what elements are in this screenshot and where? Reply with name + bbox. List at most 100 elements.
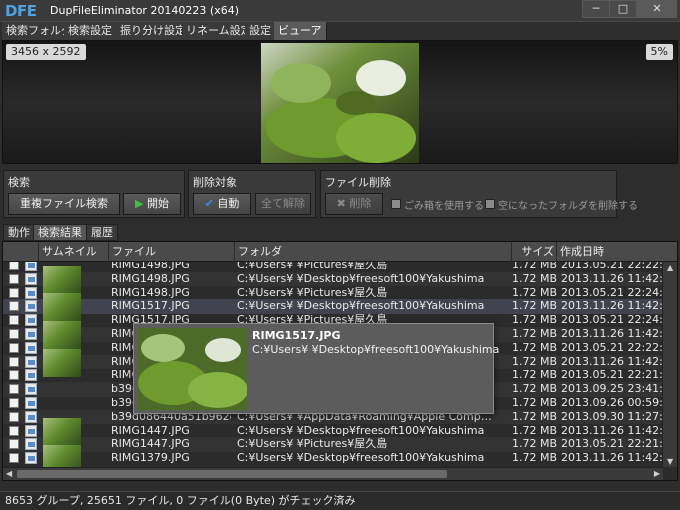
horizontal-scrollbar[interactable]: ◀ ▶ <box>3 467 663 480</box>
tab-settings[interactable]: 設定 <box>245 22 276 40</box>
cell-created: 2013.05.21 22:21:4 <box>561 437 663 451</box>
scroll-right-icon[interactable]: ▶ <box>654 469 660 478</box>
cell-size: 1.72 MB <box>511 285 557 299</box>
cell-folder: C:¥Users¥ ¥Desktop¥freesoft100¥Yakushima <box>237 451 485 465</box>
cell-size: 1.72 MB <box>511 423 557 437</box>
cell-size: 1.72 MB <box>511 313 557 327</box>
auto-label: 自動 <box>217 197 240 210</box>
row-checkbox[interactable] <box>9 356 19 367</box>
app-logo: DFE <box>5 2 37 20</box>
image-file-icon <box>25 369 37 382</box>
table-row[interactable]: RIMG1447.JPG C:¥Users¥ ¥Pictures¥屋久島 1.72 … <box>3 437 663 452</box>
cell-size: 1.72 MB <box>511 409 557 423</box>
row-checkbox[interactable] <box>9 342 19 353</box>
file-delete-title: ファイル削除 <box>325 176 391 189</box>
row-checkbox[interactable] <box>9 425 19 436</box>
tab-viewer[interactable]: ビューア <box>274 22 327 40</box>
row-checkbox[interactable] <box>9 384 19 395</box>
column-checkbox[interactable] <box>3 242 39 262</box>
scroll-thumb[interactable] <box>17 470 447 478</box>
minimize-button[interactable]: ─ <box>582 0 610 18</box>
search-group-title: 検索 <box>8 176 30 189</box>
image-file-icon <box>25 300 37 313</box>
cell-size: 1.72 MB <box>511 299 557 313</box>
maximize-button[interactable]: □ <box>609 0 637 18</box>
scroll-left-icon[interactable]: ◀ <box>6 469 12 478</box>
remove-empty-folder-checkbox[interactable] <box>485 199 495 209</box>
tab-search-settings[interactable]: 検索設定 <box>64 22 117 40</box>
window-title: DupFileEliminator 20140223 (x64) <box>50 4 240 17</box>
vertical-scrollbar[interactable]: ▲ ▼ <box>662 262 677 467</box>
row-thumbnail <box>43 348 81 377</box>
cell-created: 2013.11.26 11:42:4 <box>561 271 663 285</box>
row-checkbox[interactable] <box>9 273 19 284</box>
table-row[interactable]: RIMG1517.JPG C:¥Users¥ ¥Desktop¥freesoft1… <box>3 299 663 314</box>
table-row[interactable]: RIMG1379.JPG C:¥Users¥ ¥Desktop¥freesoft1… <box>3 451 663 466</box>
column-created[interactable]: 作成日時 <box>557 242 677 262</box>
scroll-up-icon[interactable]: ▲ <box>667 263 673 272</box>
tooltip-path: C:¥Users¥ ¥Desktop¥freesoft100¥Yakushima <box>252 343 500 356</box>
cell-folder: C:¥Users¥ ¥Pictures¥屋久島 <box>237 437 388 451</box>
column-size[interactable]: サイズ <box>511 242 557 262</box>
cell-size: 1.72 MB <box>511 354 557 368</box>
column-thumbnail[interactable]: サムネイル <box>39 242 109 262</box>
cell-created: 2013.11.26 11:42:4 <box>561 451 663 465</box>
play-icon: ▶ <box>135 197 144 210</box>
cell-folder: C:¥Users¥ ¥Desktop¥freesoft100¥Yakushima <box>237 299 485 313</box>
remove-empty-folder-label: 空になったフォルダを削除する <box>498 201 638 212</box>
search-group: 検索 重複ファイル検索 ▶ 開始 <box>3 170 185 218</box>
row-checkbox[interactable] <box>9 370 19 381</box>
row-checkbox[interactable] <box>9 315 19 326</box>
cell-created: 2013.09.30 11:27:2 <box>561 409 663 423</box>
image-file-icon <box>25 383 37 396</box>
image-viewer[interactable]: 3456 x 2592 5% <box>2 40 678 164</box>
table-row[interactable]: RIMG1447.JPG C:¥Users¥ ¥Desktop¥freesoft1… <box>3 424 663 439</box>
cell-created: 2013.11.26 11:42:3 <box>561 354 663 368</box>
image-file-icon <box>25 355 37 368</box>
status-bar: 8653 グループ, 25651 ファイル, 0 ファイル(0 Byte) がチ… <box>0 491 680 510</box>
start-button[interactable]: ▶ 開始 <box>123 193 181 215</box>
row-checkbox[interactable] <box>9 398 19 408</box>
auto-button[interactable]: ✔ 自動 <box>193 193 251 215</box>
row-checkbox[interactable] <box>9 262 19 270</box>
delete-target-group: 削除対象 ✔ 自動 全て解除 <box>188 170 316 218</box>
image-file-icon <box>25 397 37 409</box>
check-icon: ✔ <box>204 197 214 210</box>
row-checkbox[interactable] <box>9 439 19 450</box>
close-button[interactable]: ✕ <box>637 0 677 18</box>
row-checkbox[interactable] <box>9 287 19 298</box>
cell-created: 2013.05.21 22:24:0 <box>561 285 663 299</box>
tab-search-results[interactable]: 検索結果 <box>33 224 87 241</box>
row-thumbnail <box>43 265 81 294</box>
row-checkbox[interactable] <box>9 301 19 312</box>
image-file-icon <box>25 272 37 285</box>
tab-history[interactable]: 履歴 <box>86 224 118 241</box>
row-checkbox[interactable] <box>9 329 19 339</box>
tab-sort-settings[interactable]: 振り分け設定 <box>116 22 191 40</box>
cell-file: RIMG1498.JPG <box>111 285 190 299</box>
title-bar: DFE DupFileEliminator 20140223 (x64) ─ □… <box>0 0 680 22</box>
scroll-down-icon[interactable]: ▼ <box>667 457 673 466</box>
cell-size: 1.72 MB <box>511 271 557 285</box>
cell-folder: C:¥Users¥ ¥Desktop¥freesoft100¥Yakushima <box>237 423 485 437</box>
delete-button[interactable]: ✖ 削除 <box>325 193 383 215</box>
cell-size: 1.72 MB <box>511 340 557 354</box>
cell-size: 1.72 MB <box>511 451 557 465</box>
tab-action[interactable]: 動作 <box>3 224 35 241</box>
recycle-bin-checkbox[interactable] <box>391 199 401 209</box>
tooltip-thumbnail <box>138 328 247 410</box>
duplicate-search-button[interactable]: 重複ファイル検索 <box>8 193 120 215</box>
column-file[interactable]: ファイル <box>109 242 235 262</box>
cell-created: 2013.09.26 00:59:4 <box>561 396 663 409</box>
zoom-level: 5% <box>645 44 673 60</box>
row-checkbox[interactable] <box>9 411 19 422</box>
row-checkbox[interactable] <box>9 453 19 464</box>
cell-created: 2013.05.21 22:21:5 <box>561 368 663 382</box>
clear-all-button[interactable]: 全て解除 <box>255 193 311 215</box>
preview-image <box>261 43 419 163</box>
table-header: サムネイル ファイル フォルダ サイズ 作成日時 <box>3 242 677 262</box>
image-dimensions: 3456 x 2592 <box>6 44 86 60</box>
column-folder[interactable]: フォルダ <box>235 242 557 262</box>
table-row[interactable]: RIMG1498.JPG C:¥Users¥ ¥Pictures¥屋久島 1.72 … <box>3 286 663 301</box>
table-row[interactable]: RIMG1498.JPG C:¥Users¥ ¥Desktop¥freesoft1… <box>3 271 663 287</box>
